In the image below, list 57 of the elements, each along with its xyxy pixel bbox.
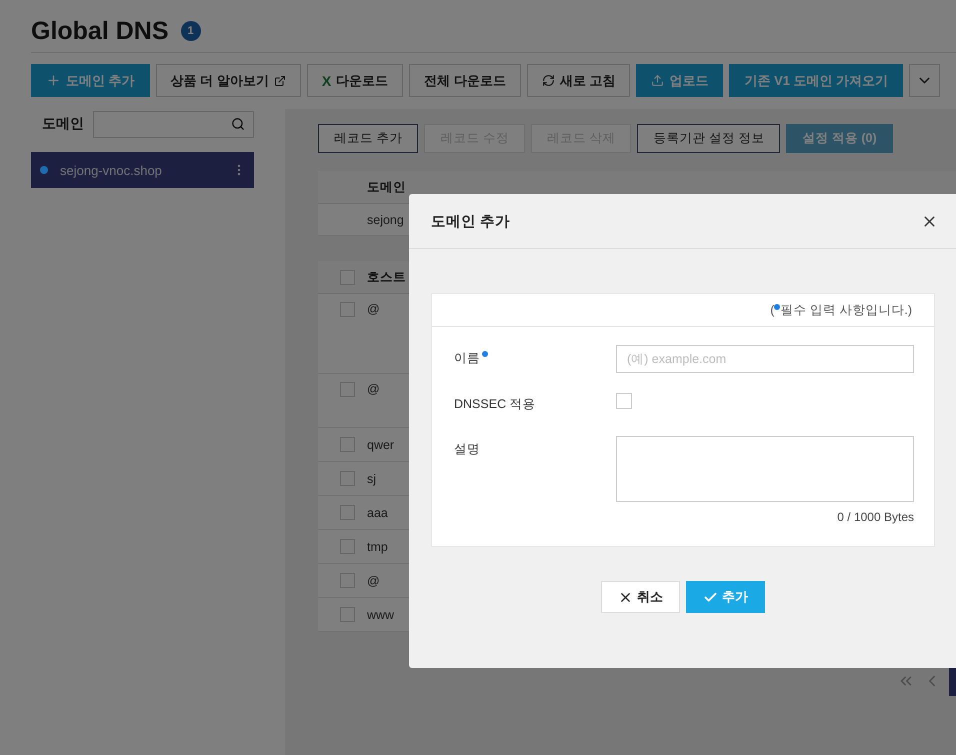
record-button[interactable]: 레코드 추가: [318, 124, 418, 153]
toolbar-button[interactable]: 새로 고침: [526, 64, 630, 97]
table-cell: aaa: [367, 506, 388, 520]
description-field[interactable]: [616, 436, 914, 502]
required-dot-icon: [774, 304, 780, 310]
checkbox[interactable]: [340, 539, 355, 554]
checkbox[interactable]: [340, 437, 355, 452]
table-cell: @: [367, 302, 380, 316]
field-label: DNSSEC 적용: [454, 396, 536, 413]
spreadsheet-icon: X: [322, 72, 332, 88]
add-button[interactable]: 추가: [686, 581, 765, 613]
checkbox[interactable]: [340, 607, 355, 622]
notice-bracket: (: [770, 303, 774, 317]
table-cell: @: [367, 382, 380, 396]
column-header: 호스트: [367, 268, 406, 286]
required-dot-icon: [482, 351, 488, 357]
field-label: 이름: [454, 350, 480, 367]
refresh-icon: [542, 74, 555, 87]
name-input[interactable]: (예) example.com: [616, 345, 914, 373]
dnssec-checkbox[interactable]: [616, 393, 632, 409]
toolbar-button[interactable]: 기존 V1 도메인 가져오기: [729, 64, 904, 97]
checkbox[interactable]: [340, 505, 355, 520]
sidebar-label: 도메인: [41, 115, 83, 133]
column-header: 도메인: [367, 178, 406, 196]
checkbox[interactable]: [340, 573, 355, 588]
table-cell: tmp: [367, 540, 388, 554]
page-button[interactable]: [949, 668, 956, 696]
external-link-icon: [274, 74, 286, 86]
table-cell: sj: [367, 472, 376, 486]
search-icon: [231, 117, 245, 131]
checkbox[interactable]: [340, 270, 355, 284]
plus-icon: [46, 73, 61, 88]
checkbox[interactable]: [340, 471, 355, 486]
required-notice: 필수 입력 사항입니다.): [780, 302, 912, 318]
page-title: Global DNS: [31, 16, 169, 46]
domain-name: sejong-vnoc.shop: [60, 162, 163, 178]
toolbar-button[interactable]: 도메인 추가: [31, 64, 150, 97]
toolbar-button[interactable]: 업로드: [636, 64, 724, 97]
more-menu-button[interactable]: [909, 64, 940, 97]
checkbox[interactable]: [340, 302, 355, 317]
table-cell: sejong: [367, 212, 404, 226]
table-cell: @: [367, 574, 380, 588]
toolbar-button[interactable]: X 다운로드: [306, 64, 404, 97]
field-label: 설명: [454, 441, 480, 458]
table-cell: www: [367, 608, 394, 622]
byte-counter: 0 / 1000 Bytes: [837, 510, 914, 524]
cancel-button[interactable]: 취소: [601, 581, 680, 613]
search-field[interactable]: [93, 110, 254, 138]
count-badge: 1: [180, 21, 201, 41]
table-cell: qwer: [367, 438, 394, 452]
dialog-title: 도메인 추가: [431, 212, 510, 230]
toolbar-button[interactable]: 전체 다운로드: [409, 64, 521, 97]
record-button[interactable]: 등록기관 설정 정보: [637, 124, 780, 153]
toolbar-button[interactable]: 상품 더 알아보기: [156, 64, 301, 97]
checkbox[interactable]: [340, 382, 355, 397]
upload-icon: [651, 74, 664, 87]
domain-item[interactable]: sejong-vnoc.shop: [31, 152, 254, 188]
